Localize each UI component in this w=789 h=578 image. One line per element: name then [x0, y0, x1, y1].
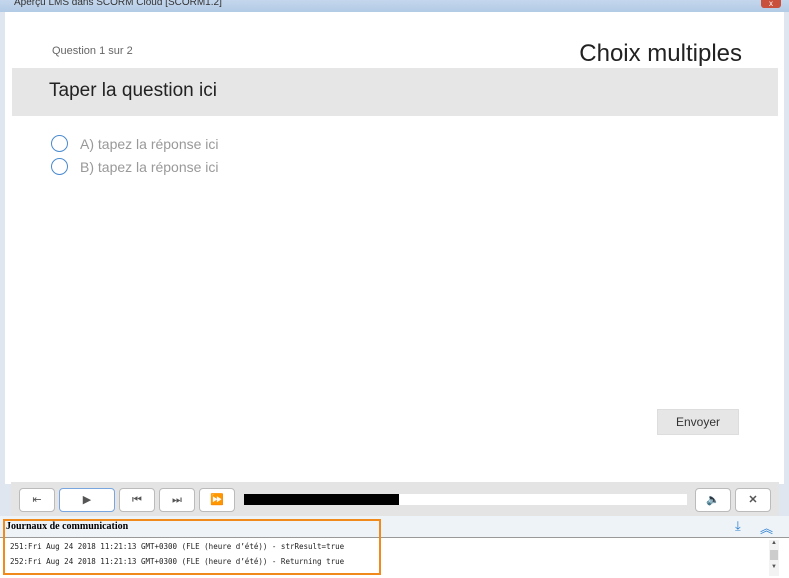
radio-icon[interactable]: [51, 158, 68, 175]
close-player-button[interactable]: ✕: [735, 488, 771, 512]
highlight-box: [3, 519, 381, 575]
option-label: A) tapez la réponse ici: [80, 135, 219, 152]
question-type: Choix multiples: [579, 40, 742, 67]
play-button[interactable]: ▶: [59, 488, 115, 512]
progress-fill: [244, 494, 400, 505]
volume-button[interactable]: 🔈: [695, 488, 731, 512]
window-close-button[interactable]: x: [761, 0, 781, 8]
window-title: Aperçu LMS dans SCORM Cloud [SCORM1.2]: [14, 0, 222, 8]
fast-forward-button[interactable]: ⏩: [199, 488, 235, 512]
download-icon[interactable]: ⤓: [735, 518, 741, 534]
exit-button[interactable]: ⇤: [19, 488, 55, 512]
previous-button[interactable]: ⏮: [119, 488, 155, 512]
next-button[interactable]: ⏭: [159, 488, 195, 512]
log-scrollbar[interactable]: ▲ ▼: [769, 540, 779, 576]
option-a[interactable]: A) tapez la réponse ici: [51, 135, 219, 152]
radio-icon[interactable]: [51, 135, 68, 152]
quiz-slide: Question 1 sur 2 Choix multiples Taper l…: [5, 12, 784, 484]
player-controls: ⇤ ▶ ⏮ ⏭ ⏩ 🔈 ✕: [11, 482, 779, 516]
option-b[interactable]: B) tapez la réponse ici: [51, 158, 219, 175]
progress-bar[interactable]: [244, 494, 687, 505]
question-bar: Taper la question ici: [12, 68, 778, 116]
collapse-icon[interactable]: ︽: [760, 518, 773, 537]
window-titlebar: Aperçu LMS dans SCORM Cloud [SCORM1.2] x: [0, 0, 789, 12]
option-label: B) tapez la réponse ici: [80, 158, 219, 175]
question-counter: Question 1 sur 2: [52, 45, 133, 57]
submit-button[interactable]: Envoyer: [657, 409, 739, 435]
question-text: Taper la question ici: [49, 80, 217, 101]
